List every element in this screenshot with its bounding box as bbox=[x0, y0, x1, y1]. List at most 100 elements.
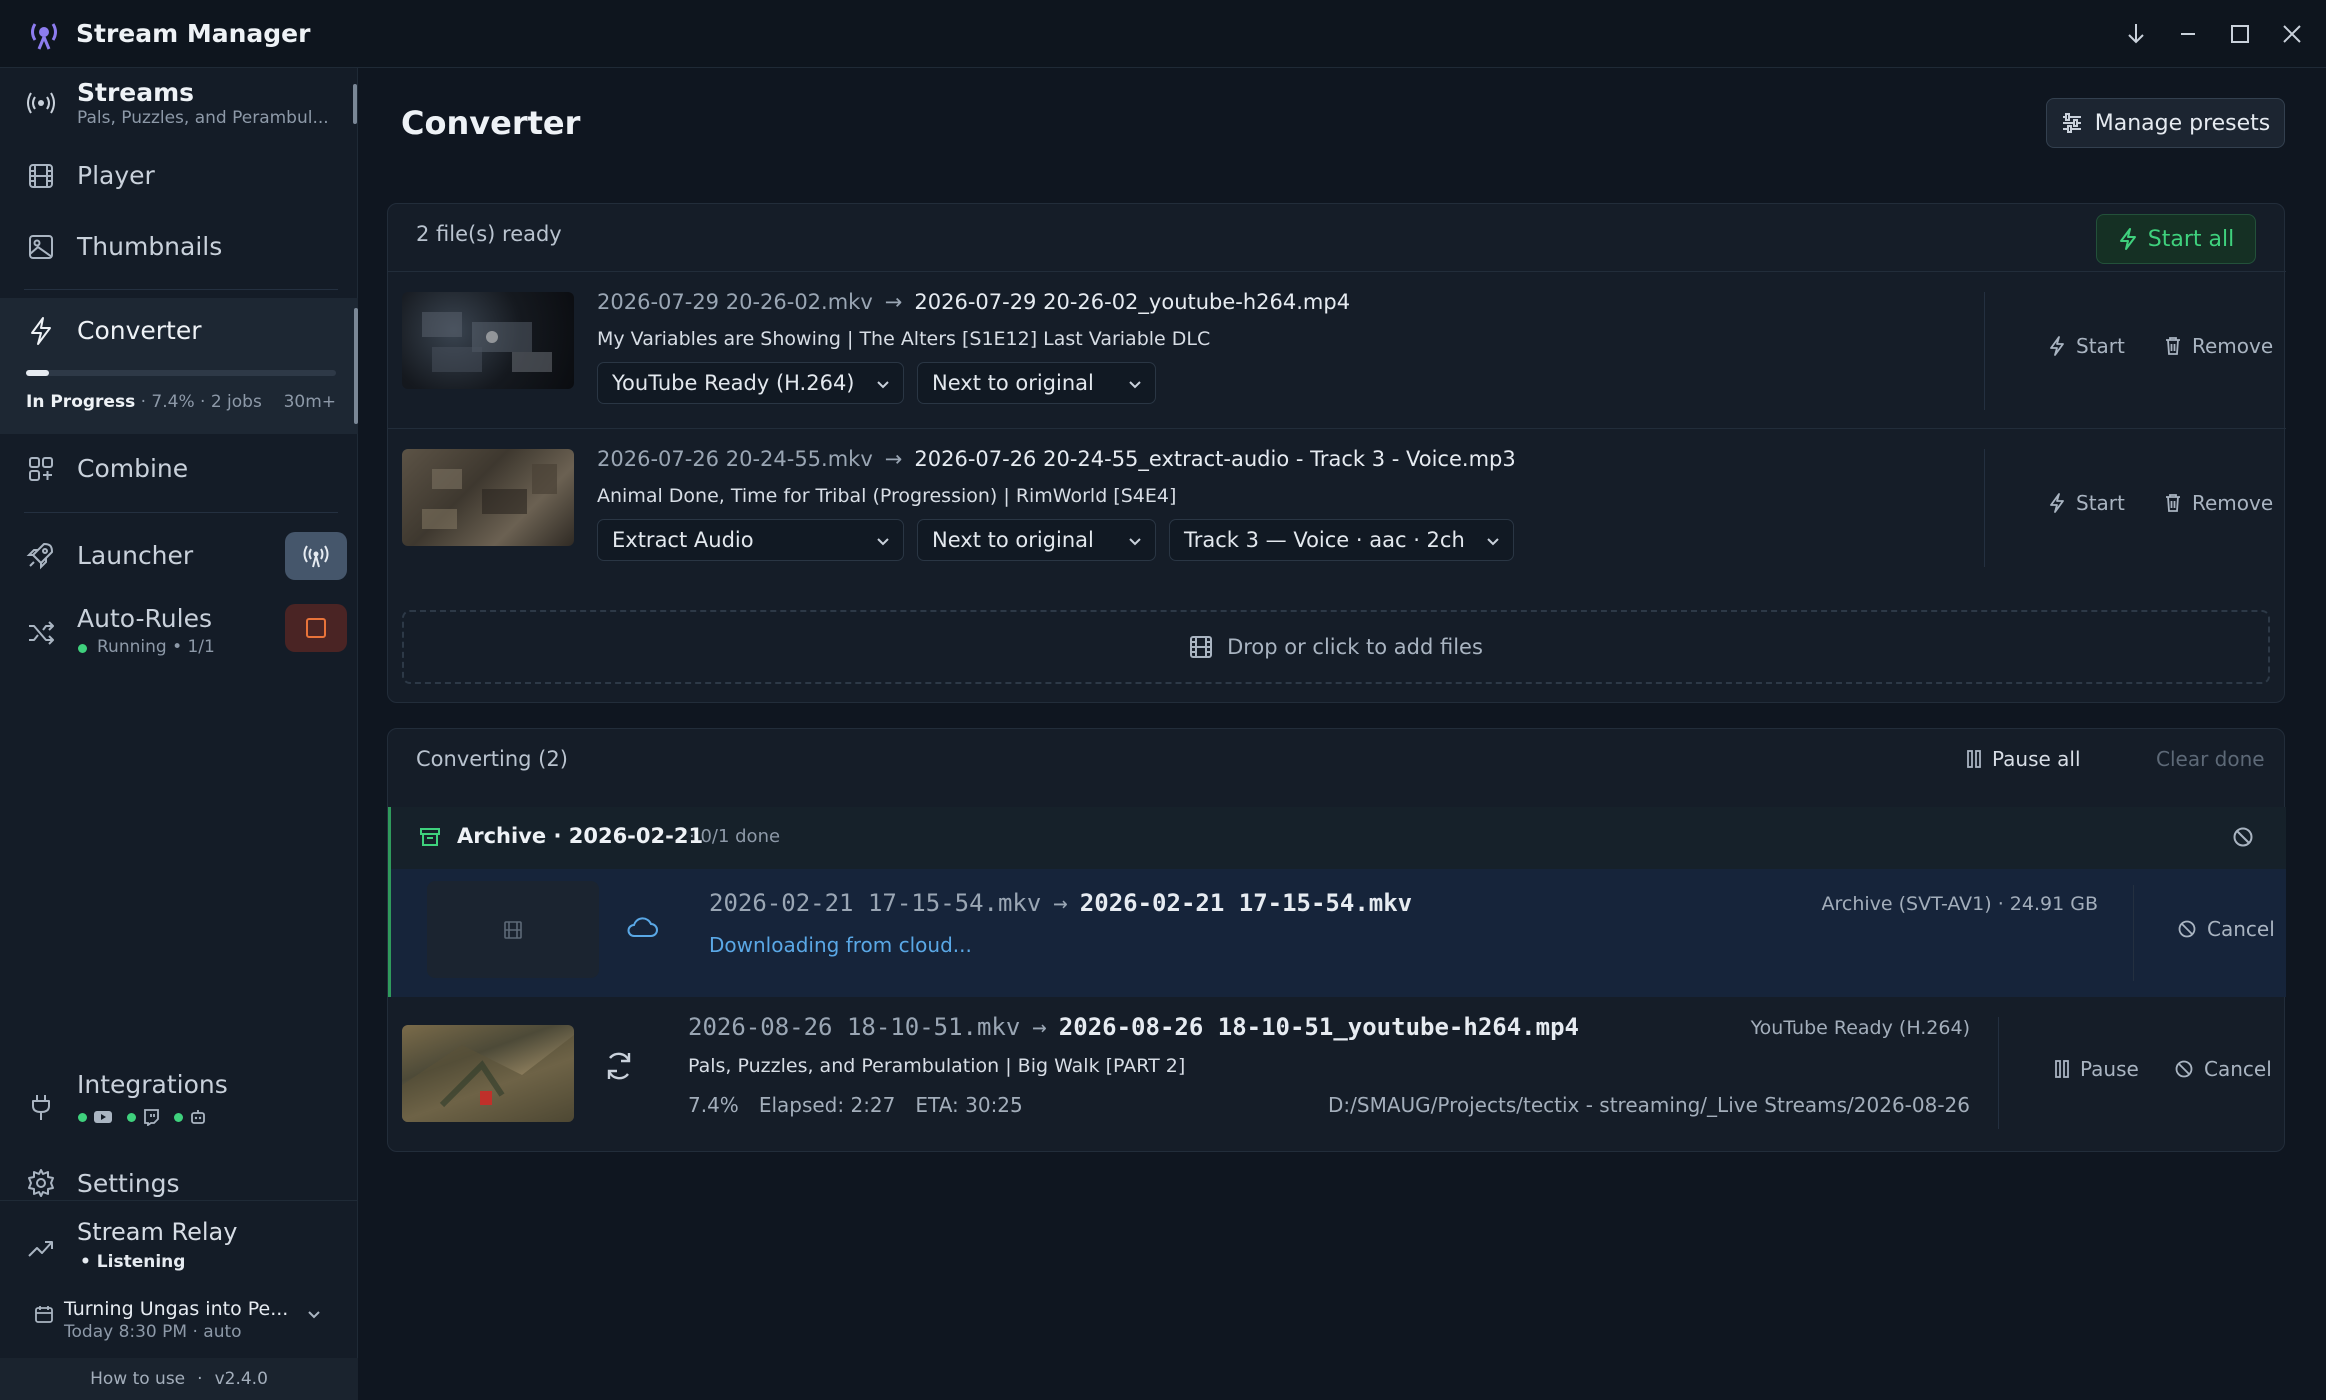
sidebar-item-converter[interactable]: Converter In Progress · 7.4% · 2 jobs 30… bbox=[0, 298, 358, 434]
cancel-button[interactable]: Cancel bbox=[2174, 1057, 2272, 1081]
status-dot bbox=[78, 644, 87, 653]
cancel-icon bbox=[2174, 1059, 2194, 1079]
file-path: 2026-02-21 17-15-54.mkv → 2026-02-21 17-… bbox=[709, 889, 1412, 917]
download-icon[interactable] bbox=[2110, 8, 2162, 60]
output-location-select[interactable]: Next to original bbox=[917, 519, 1156, 561]
chevron-down-icon[interactable] bbox=[306, 1306, 322, 1322]
start-button[interactable]: Start bbox=[2048, 491, 2125, 515]
ready-file-row: 2026-07-26 20-24-55.mkv → 2026-07-26 20-… bbox=[388, 428, 2286, 584]
title-bar: Stream Manager bbox=[0, 0, 2326, 68]
ready-heading: 2 file(s) ready bbox=[416, 222, 562, 246]
pause-button[interactable]: Pause bbox=[2054, 1057, 2139, 1081]
video-title: Animal Done, Time for Tribal (Progressio… bbox=[597, 485, 1177, 507]
converting-panel: Converting (2) Pause all Clear done Arch… bbox=[387, 728, 2286, 1152]
sidebar-item-integrations[interactable]: Integrations bbox=[0, 1068, 358, 1148]
location-value: Next to original bbox=[932, 371, 1094, 395]
manage-presets-label: Manage presets bbox=[2094, 110, 2271, 136]
remove-button[interactable]: Remove bbox=[2164, 334, 2273, 358]
chevron-down-icon bbox=[875, 377, 891, 393]
scheduled-stream[interactable]: Turning Ungas into Pe... Today 8:30 PM ·… bbox=[0, 1290, 358, 1356]
lightning-icon bbox=[2048, 492, 2066, 514]
sidebar-footer: How to use · v2.4.0 bbox=[0, 1358, 358, 1400]
converter-status-label: In Progress bbox=[26, 392, 136, 412]
chevron-down-icon bbox=[875, 534, 891, 550]
converter-eta: 30m+ bbox=[283, 392, 336, 412]
schedule-time: Today 8:30 PM · auto bbox=[64, 1322, 242, 1342]
manage-presets-button[interactable]: Manage presets bbox=[2046, 98, 2285, 148]
close-button[interactable] bbox=[2266, 8, 2318, 60]
source-filename: 2026-08-26 18-10-51.mkv bbox=[688, 1013, 1021, 1041]
job-eta: ETA: 30:25 bbox=[915, 1093, 1023, 1117]
app-logo-icon bbox=[26, 16, 62, 52]
remove-button[interactable]: Remove bbox=[2164, 491, 2273, 515]
location-value: Next to original bbox=[932, 528, 1094, 552]
arrow-right-icon: → bbox=[884, 447, 903, 471]
maximize-button[interactable] bbox=[2214, 8, 2266, 60]
version-label: v2.4.0 bbox=[214, 1369, 268, 1389]
cancel-button[interactable]: Cancel bbox=[2177, 917, 2275, 941]
bot-icon bbox=[189, 1108, 207, 1126]
conversion-job: 2026-08-26 18-10-51.mkv → 2026-08-26 18-… bbox=[388, 997, 2286, 1147]
calendar-icon bbox=[34, 1304, 54, 1324]
output-filename: 2026-07-29 20-26-02_youtube-h264.mp4 bbox=[914, 290, 1351, 314]
sidebar-divider bbox=[24, 512, 338, 513]
lightning-icon bbox=[2048, 335, 2066, 357]
pause-icon bbox=[2054, 1059, 2070, 1079]
converting-heading: Converting (2) bbox=[416, 747, 568, 771]
lightning-icon bbox=[26, 316, 56, 346]
preset-select[interactable]: YouTube Ready (H.264) bbox=[597, 362, 904, 404]
sidebar-item-label: Settings bbox=[77, 1169, 180, 1198]
video-title: Pals, Puzzles, and Perambulation | Big W… bbox=[688, 1055, 1186, 1077]
audio-track-select[interactable]: Track 3 — Voice · aac · 2ch bbox=[1169, 519, 1514, 561]
output-directory: D:/SMAUG/Projects/tectix - streaming/_Li… bbox=[1328, 1093, 1970, 1117]
youtube-icon bbox=[93, 1109, 113, 1125]
job-percent: 7.4% bbox=[688, 1093, 739, 1117]
converter-status: In Progress · 7.4% · 2 jobs bbox=[26, 392, 262, 412]
output-location-select[interactable]: Next to original bbox=[917, 362, 1156, 404]
gear-icon bbox=[26, 1168, 56, 1198]
sidebar-divider bbox=[0, 1200, 358, 1201]
trash-icon bbox=[2164, 336, 2182, 356]
source-filename: 2026-07-29 20-26-02.mkv bbox=[597, 290, 873, 314]
file-dropzone[interactable]: Drop or click to add files bbox=[402, 610, 2270, 684]
status-dot bbox=[78, 1112, 87, 1122]
cloud-icon bbox=[625, 915, 659, 939]
remove-label: Remove bbox=[2192, 334, 2274, 358]
cancel-label: Cancel bbox=[2204, 1057, 2272, 1081]
converter-progress-bar bbox=[26, 370, 336, 376]
archive-icon bbox=[419, 826, 441, 848]
cancel-group-button[interactable] bbox=[2232, 826, 2254, 848]
minimize-button[interactable] bbox=[2162, 8, 2214, 60]
autorules-stop-button[interactable] bbox=[285, 604, 347, 652]
video-thumbnail bbox=[402, 449, 574, 546]
job-preset: YouTube Ready (H.264) bbox=[1750, 1017, 1970, 1039]
sidebar-item-thumbnails[interactable]: Thumbnails bbox=[0, 223, 358, 271]
main-content: Converter Manage presets 2 file(s) ready… bbox=[359, 68, 2326, 1400]
preset-select[interactable]: Extract Audio bbox=[597, 519, 904, 561]
sidebar-item-combine[interactable]: Combine bbox=[0, 445, 358, 493]
sidebar-item-label: Converter bbox=[77, 316, 202, 345]
how-to-use-link[interactable]: How to use bbox=[90, 1369, 185, 1389]
app-title: Stream Manager bbox=[76, 19, 311, 48]
sidebar: Streams Pals, Puzzles, and Perambul... P… bbox=[0, 68, 358, 1400]
pause-all-label: Pause all bbox=[1992, 747, 2081, 771]
clear-done-button[interactable]: Clear done bbox=[2156, 747, 2265, 771]
job-group-header: Archive · 2026-02-21 · 0/1 done bbox=[388, 807, 2286, 869]
stream-relay-status[interactable]: Stream Relay • Listening bbox=[0, 1216, 358, 1286]
image-icon bbox=[26, 232, 56, 262]
converter-progress-fill bbox=[26, 370, 49, 376]
pause-all-button[interactable]: Pause all bbox=[1966, 747, 2081, 771]
start-all-button[interactable]: Start all bbox=[2096, 214, 2256, 264]
sliders-icon bbox=[2061, 112, 2083, 134]
sidebar-item-streams[interactable]: Streams Pals, Puzzles, and Perambul... bbox=[0, 68, 358, 136]
start-button[interactable]: Start bbox=[2048, 334, 2125, 358]
page-title: Converter bbox=[401, 104, 581, 142]
output-filename: 2026-02-21 17-15-54.mkv bbox=[1079, 889, 1413, 917]
video-thumbnail bbox=[402, 292, 574, 389]
cancel-label: Cancel bbox=[2207, 917, 2275, 941]
sidebar-item-player[interactable]: Player bbox=[0, 152, 358, 200]
thumbnail-placeholder bbox=[427, 881, 599, 978]
sidebar-item-label: Streams bbox=[77, 78, 195, 107]
file-path: 2026-08-26 18-10-51.mkv → 2026-08-26 18-… bbox=[688, 1013, 1579, 1041]
launcher-broadcast-button[interactable] bbox=[285, 532, 347, 580]
